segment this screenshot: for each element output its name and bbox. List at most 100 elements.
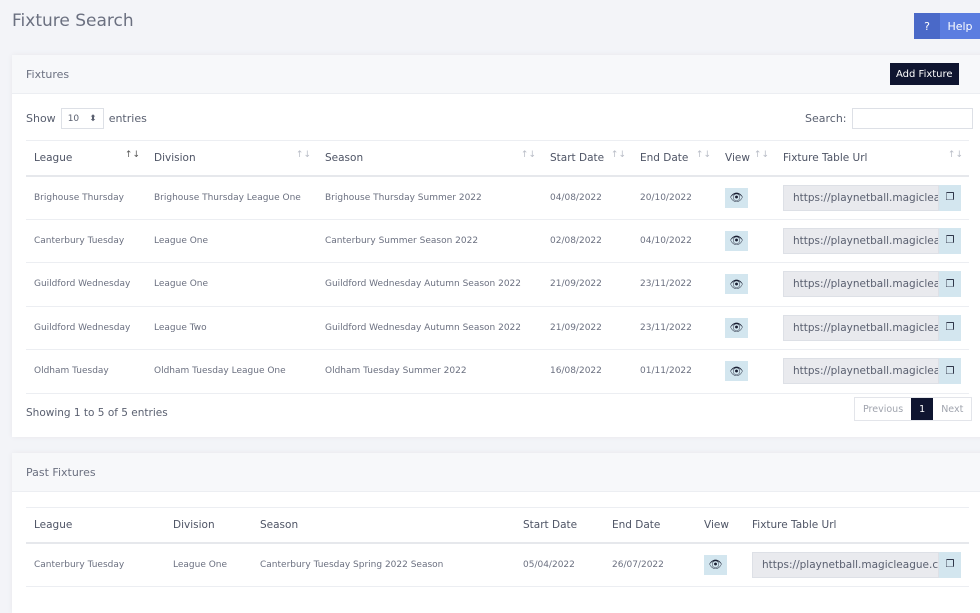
search-input[interactable] — [851, 108, 973, 129]
view-eye-icon[interactable]: 👁 — [725, 230, 748, 251]
url-input[interactable]: https://playnetball.magicleag — [783, 358, 939, 385]
table-row: Guildford Wednesday League Two Guildford W… — [26, 306, 969, 350]
cell: 04/10/2022 — [632, 219, 717, 263]
cell: League One — [146, 262, 317, 307]
help-button[interactable]: ? Help — [914, 13, 980, 39]
column-header: Division — [165, 507, 252, 544]
column-header[interactable]: League ↑↓ — [26, 140, 146, 177]
cell: Canterbury Tuesday — [26, 542, 165, 587]
url-field[interactable]: https://playnetball.magicleag ❐ — [783, 227, 961, 254]
column-header[interactable]: View ↑↓ — [717, 140, 775, 177]
column-header: Start Date — [515, 507, 604, 544]
url-field[interactable]: https://playnetball.magicleag ❐ — [783, 314, 961, 341]
entries-label: entries — [108, 112, 147, 125]
column-header[interactable]: Start Date ↑↓ — [542, 140, 632, 177]
search-label: Search: — [805, 112, 847, 125]
view-eye-icon[interactable]: 👁 — [725, 317, 748, 338]
help-label: Help — [947, 19, 973, 33]
view-eye-icon[interactable]: 👁 — [704, 554, 727, 575]
url-field[interactable]: https://playnetball.magicleag ❐ — [783, 184, 961, 211]
sort-icon: ↑↓ — [695, 150, 711, 160]
cell: Canterbury Summer Season 2022 — [317, 219, 542, 263]
url-field[interactable]: https://playnetball.magicleague.co ❐ — [752, 551, 961, 578]
cell: 21/09/2022 — [542, 262, 632, 307]
cell: Canterbury Tuesday — [26, 219, 146, 263]
cell: League One — [146, 219, 317, 263]
copy-icon[interactable]: ❐ — [939, 271, 961, 298]
cell: Guildford Wednesday Autumn Season 2022 — [317, 306, 542, 350]
table-row: Canterbury Tuesday League One Canterbury T… — [26, 542, 969, 587]
cell: 20/10/2022 — [632, 175, 717, 220]
cell: Canterbury Tuesday Spring 2022 Season — [252, 542, 515, 587]
cell: 04/08/2022 — [542, 175, 632, 220]
cell: Guildford Wednesday Autumn Season 2022 — [317, 262, 542, 307]
url-input[interactable]: https://playnetball.magicleague.co — [752, 551, 939, 578]
cell: Guildford Wednesday — [26, 306, 146, 350]
cell: 21/09/2022 — [542, 306, 632, 350]
cell: Brighouse Thursday League One — [146, 175, 317, 220]
url-field[interactable]: https://playnetball.magicleag ❐ — [783, 271, 961, 298]
view-eye-icon[interactable]: 👁 — [725, 361, 748, 382]
cell: Oldham Tuesday — [26, 349, 146, 394]
cell: 23/11/2022 — [632, 306, 717, 350]
url-input[interactable]: https://playnetball.magicleag — [783, 271, 939, 298]
cell: Oldham Tuesday League One — [146, 349, 317, 394]
sort-icon: ↑↓ — [124, 150, 140, 160]
table-row: Brighouse Thursday Brighouse Thursday Lea… — [26, 175, 969, 220]
column-header[interactable]: Division ↑↓ — [146, 140, 317, 177]
next-button[interactable]: Next — [933, 398, 971, 420]
sort-icon: ↑↓ — [610, 150, 626, 160]
copy-icon[interactable]: ❐ — [939, 184, 961, 211]
url-input[interactable]: https://playnetball.magicleag — [783, 184, 939, 211]
cell: League One — [165, 542, 252, 587]
table-row: Canterbury Tuesday League One Canterbury S… — [26, 219, 969, 263]
cell: Brighouse Thursday Summer 2022 — [317, 175, 542, 220]
column-header: Season — [252, 507, 515, 544]
entries-select[interactable]: 10 ⬍ — [60, 108, 104, 129]
past-fixtures-card: Past Fixtures League Division Season Sta… — [12, 453, 980, 613]
view-eye-icon[interactable]: 👁 — [725, 187, 748, 208]
sort-icon: ↑↓ — [295, 150, 311, 160]
copy-icon[interactable]: ❐ — [939, 358, 961, 385]
column-header: Fixture Table Url — [744, 507, 969, 544]
cell: League Two — [146, 306, 317, 350]
cell: 01/11/2022 — [632, 349, 717, 394]
cell: Oldham Tuesday Summer 2022 — [317, 349, 542, 394]
copy-icon[interactable]: ❐ — [939, 314, 961, 341]
cell: 02/08/2022 — [542, 219, 632, 263]
cell: 16/08/2022 — [542, 349, 632, 394]
select-arrows-icon: ⬍ — [89, 113, 97, 124]
column-header[interactable]: End Date ↑↓ — [632, 140, 717, 177]
table-row: Oldham Tuesday Oldham Tuesday League One O… — [26, 349, 969, 394]
show-label: Show — [26, 112, 56, 125]
add-fixture-button[interactable]: Add Fixture — [890, 63, 959, 85]
url-input[interactable]: https://playnetball.magicleag — [783, 314, 939, 341]
column-header: League — [26, 507, 165, 544]
question-icon: ? — [914, 13, 940, 39]
page-title: Fixture Search — [12, 11, 134, 31]
card-title: Past Fixtures — [26, 465, 96, 479]
fixtures-card: Fixtures Add Fixture Show 10 ⬍ entries Se… — [12, 55, 980, 437]
copy-icon[interactable]: ❐ — [939, 227, 961, 254]
pagination: Previous 1 Next — [854, 397, 973, 421]
entries-value: 10 — [67, 113, 80, 124]
column-header[interactable]: Fixture Table Url ↑↓ — [775, 140, 969, 177]
past-fixtures-table: League Division Season Start Date End Da… — [26, 507, 969, 587]
cell: Brighouse Thursday — [26, 175, 146, 220]
sort-icon: ↑↓ — [947, 150, 963, 160]
sort-icon: ↑↓ — [520, 150, 536, 160]
cell: 05/04/2022 — [515, 542, 604, 587]
view-eye-icon[interactable]: 👁 — [725, 274, 748, 295]
page-1-button[interactable]: 1 — [911, 398, 934, 420]
column-header: End Date — [604, 507, 696, 544]
url-input[interactable]: https://playnetball.magicleag — [783, 227, 939, 254]
previous-button[interactable]: Previous — [855, 398, 911, 420]
url-field[interactable]: https://playnetball.magicleag ❐ — [783, 358, 961, 385]
copy-icon[interactable]: ❐ — [939, 551, 961, 578]
column-header[interactable]: Season ↑↓ — [317, 140, 542, 177]
cell: 26/07/2022 — [604, 542, 696, 587]
column-header: View — [696, 507, 744, 544]
table-info: Showing 1 to 5 of 5 entries — [26, 407, 168, 419]
card-title: Fixtures — [26, 67, 70, 81]
cell: 23/11/2022 — [632, 262, 717, 307]
